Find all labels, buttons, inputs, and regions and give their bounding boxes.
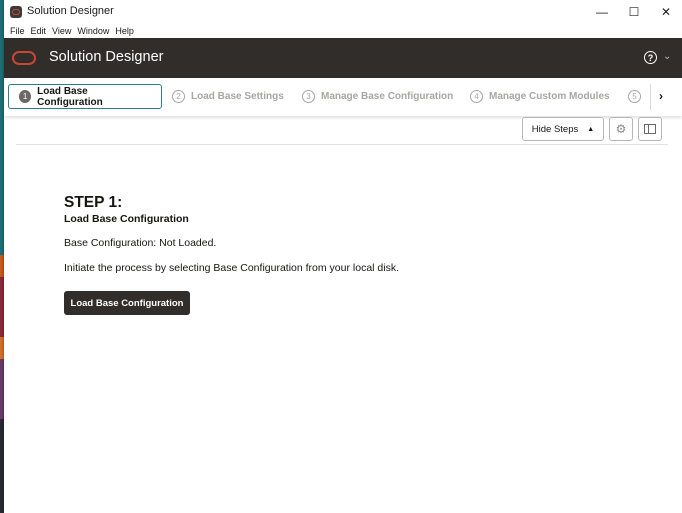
close-button[interactable]: ✕ xyxy=(650,0,682,24)
window-title: Solution Designer xyxy=(27,5,114,17)
oracle-logo-icon xyxy=(12,51,36,65)
app-icon xyxy=(10,6,22,18)
caret-up-icon: ▲ xyxy=(587,125,595,133)
menu-window[interactable]: Window xyxy=(74,24,112,38)
app-window: Solution Designer — ☐ ✕ File Edit View W… xyxy=(4,0,682,513)
title-bar: Solution Designer — ☐ ✕ xyxy=(4,0,682,24)
panel-icon xyxy=(644,124,656,134)
app-header: Solution Designer ? ⌄ xyxy=(4,38,682,78)
step-number-badge: 1 xyxy=(19,90,32,103)
step-number-badge: 5 xyxy=(628,90,641,103)
settings-button[interactable]: ⚙ xyxy=(609,117,633,141)
minimize-button[interactable]: — xyxy=(586,0,618,24)
step-heading: STEP 1: xyxy=(64,194,123,211)
train-step-label: Manage Custom Modules xyxy=(489,91,610,102)
hide-steps-button[interactable]: Hide Steps ▲ xyxy=(522,117,604,141)
train-step-label: Load Base Configuration xyxy=(37,85,103,108)
step-number-badge: 4 xyxy=(470,90,483,103)
chevron-down-icon[interactable]: ⌄ xyxy=(663,51,671,62)
menu-file[interactable]: File xyxy=(7,24,28,38)
train-step-1[interactable]: 1 Load Base Configuration xyxy=(8,84,162,109)
menu-view[interactable]: View xyxy=(49,24,74,38)
hide-steps-label: Hide Steps xyxy=(531,123,579,135)
maximize-button[interactable]: ☐ xyxy=(618,0,650,24)
help-icon[interactable]: ? xyxy=(644,51,657,64)
train-step-2[interactable]: 2 Load Base Settings xyxy=(172,84,284,109)
step-subtitle: Load Base Configuration xyxy=(64,213,189,225)
app-name: Solution Designer xyxy=(49,49,164,65)
train-step-label: Load Base Settings xyxy=(191,91,284,102)
train-step-label: Manage Base Configuration xyxy=(321,91,454,102)
toggle-panel-button[interactable] xyxy=(638,117,662,141)
instruction-text: Initiate the process by selecting Base C… xyxy=(64,262,400,274)
train-step-4[interactable]: 4 Manage Custom Modules xyxy=(470,84,610,109)
gear-icon: ⚙ xyxy=(615,122,627,136)
step-number-badge: 3 xyxy=(302,90,315,103)
menu-bar: File Edit View Window Help xyxy=(4,24,682,38)
train-step-5[interactable]: 5 xyxy=(628,84,647,109)
menu-edit[interactable]: Edit xyxy=(28,24,50,38)
base-config-status: Base Configuration: Not Loaded. xyxy=(64,237,217,249)
menu-help[interactable]: Help xyxy=(112,24,137,38)
toolbar-divider xyxy=(16,144,668,145)
load-base-configuration-button[interactable]: Load Base Configuration xyxy=(64,291,190,315)
train-divider xyxy=(650,84,651,110)
step-number-badge: 2 xyxy=(172,90,185,103)
train-step-3[interactable]: 3 Manage Base Configuration xyxy=(302,84,453,109)
step-train: 1 Load Base Configuration 2 Load Base Se… xyxy=(4,78,682,116)
chevron-right-icon[interactable]: › xyxy=(659,89,663,103)
